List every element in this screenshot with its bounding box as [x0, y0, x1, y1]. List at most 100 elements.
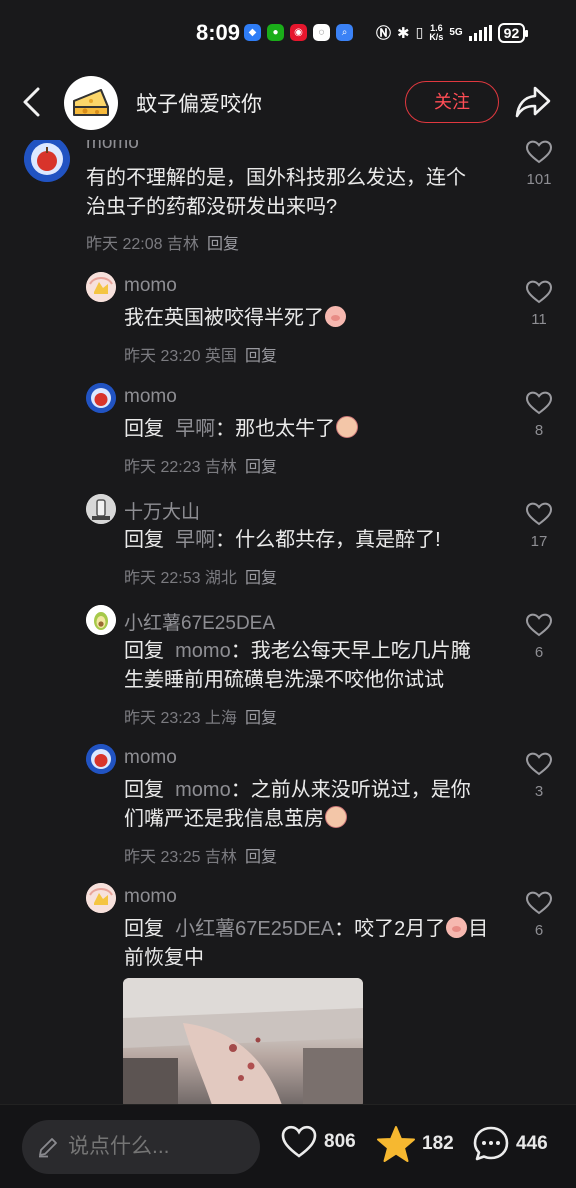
bottom-action-bar: 806 182 446 — [0, 1104, 576, 1188]
comment-text-content: ：咬了2月了 — [334, 918, 446, 940]
avatar[interactable] — [86, 272, 116, 302]
like-count: 101 — [526, 171, 552, 188]
comment-meta: 昨天 23:25 吉林 回复 — [124, 843, 277, 867]
comment-time: 昨天 23:25 吉林 — [124, 849, 237, 866]
comment-count: 446 — [516, 1133, 548, 1154]
status-bar: 8:09 ◆ ● ◉ ◌ ⌕ Ⓝ ✱ ▯ 1.6 K/s 5G 92 — [0, 0, 576, 66]
like-count: 6 — [534, 644, 544, 661]
reply-button[interactable]: 回复 — [207, 236, 239, 253]
reply-button[interactable]: 回复 — [245, 710, 277, 727]
like-count: 806 — [324, 1131, 356, 1152]
pig-emoji-icon — [446, 917, 468, 938]
like-count: 3 — [534, 783, 544, 800]
comment-author[interactable]: momo — [124, 747, 177, 769]
reply-button[interactable]: 回复 — [245, 348, 277, 365]
status-time: 8:09 — [196, 20, 241, 45]
comment-photo[interactable] — [123, 978, 363, 1104]
bite-photo-icon — [123, 978, 363, 1104]
reply-button[interactable]: 回复 — [245, 849, 277, 866]
crying-emoji-icon — [336, 416, 359, 438]
like-button[interactable]: 8 — [519, 391, 559, 439]
cheese-icon — [73, 89, 109, 116]
comment-meta: 昨天 22:23 吉林 回复 — [124, 453, 277, 477]
comment-text-content: ：我老公每天早上吃几片腌 — [230, 640, 471, 662]
comment-text-content: ：那也太牛了 — [215, 418, 336, 440]
comment-time: 昨天 23:20 英国 — [124, 348, 237, 365]
comment-author[interactable]: momo — [124, 275, 177, 297]
comment-time: 昨天 22:23 吉林 — [124, 459, 237, 476]
like-count: 6 — [534, 922, 544, 939]
shield-app-icon: ◆ — [244, 24, 261, 41]
comment-text-line: 回复 小红薯67E25DEA：咬了2月了目 — [124, 915, 504, 944]
avatar[interactable] — [86, 744, 116, 774]
back-button[interactable] — [18, 84, 48, 120]
like-button[interactable]: 17 — [519, 502, 559, 550]
like-button[interactable]: 3 — [519, 752, 559, 800]
reply-prefix: 回复 — [124, 779, 164, 801]
heart-icon — [525, 280, 553, 304]
reply-button[interactable]: 回复 — [245, 570, 277, 587]
comment-text-line: 们嘴严还是我信息茧房 — [124, 805, 504, 834]
like-count: 11 — [531, 311, 547, 328]
crying-emoji-icon — [325, 806, 347, 828]
comment-meta: 昨天 22:53 湖北 回复 — [124, 564, 277, 588]
comment-button[interactable]: 446 — [472, 1125, 548, 1163]
weibo-icon: ◉ — [290, 24, 307, 41]
avatar[interactable] — [86, 883, 116, 913]
comment-text-line: 有的不理解的是，国外科技那么发达，连个 — [86, 167, 466, 189]
reply-prefix: 回复 — [124, 918, 164, 940]
comment-text-content: 目 — [468, 918, 489, 940]
header: 蚊子偏爱咬你 关注 — [0, 66, 576, 140]
share-button[interactable] — [514, 84, 552, 120]
star-icon — [377, 1126, 415, 1162]
reply-prefix: 回复 — [124, 418, 164, 440]
nfc-icon: Ⓝ — [376, 25, 392, 42]
search-app-icon: ⌕ — [336, 24, 353, 41]
reply-target[interactable]: 早啊 — [175, 529, 215, 551]
comment-meta: 昨天 22:08 吉林 回复 — [86, 230, 239, 254]
comment-author[interactable]: momo — [124, 386, 177, 408]
avatar[interactable] — [86, 494, 116, 524]
comment-text-line: 前恢复中 — [124, 947, 204, 969]
comment-author[interactable]: 十万大山 — [124, 497, 200, 524]
reply-target[interactable]: 小红薯67E25DEA — [175, 918, 334, 940]
comment-meta: 昨天 23:20 英国 回复 — [124, 342, 277, 366]
comment-author[interactable]: 小红薯67E25DEA — [124, 608, 275, 635]
like-button[interactable]: 6 — [519, 891, 559, 939]
heart-icon — [525, 752, 553, 776]
comment-text: 有的不理解的是，国外科技那么发达，连个 治虫子的药都没研发出来吗? — [86, 164, 506, 222]
reply-target[interactable]: 早啊 — [175, 418, 215, 440]
collect-button[interactable]: 182 — [376, 1125, 454, 1163]
avatar[interactable] — [86, 605, 116, 635]
follow-button[interactable]: 关注 — [405, 81, 499, 123]
comment-input[interactable] — [68, 1120, 248, 1174]
comment-time: 昨天 22:08 吉林 — [86, 236, 199, 253]
author-name[interactable]: 蚊子偏爱咬你 — [136, 88, 262, 118]
comment-text-content: ：之前从来没听说过，是你 — [230, 779, 471, 801]
like-button[interactable]: 11 — [519, 280, 559, 328]
reply-prefix: 回复 — [124, 529, 164, 551]
comment-author[interactable]: momo — [86, 140, 139, 154]
like-button[interactable]: 6 — [519, 613, 559, 661]
like-count: 8 — [534, 422, 544, 439]
landscape-avatar-icon — [86, 494, 116, 524]
author-avatar[interactable] — [64, 76, 118, 130]
comment-text-line: 回复 momo：之前从来没听说过，是你 — [124, 776, 504, 805]
like-post-button[interactable]: 806 — [280, 1125, 356, 1159]
star-count: 182 — [422, 1133, 454, 1154]
comment-input-box[interactable] — [22, 1120, 260, 1174]
heart-icon — [525, 140, 553, 164]
network-type: 5G — [449, 27, 463, 38]
heart-icon — [525, 891, 553, 915]
comment-time: 昨天 23:23 上海 — [124, 710, 237, 727]
signal-icon — [468, 24, 492, 41]
avatar[interactable] — [24, 140, 70, 182]
like-button[interactable]: 101 — [519, 140, 559, 188]
reply-target[interactable]: momo — [175, 779, 231, 801]
comment-author[interactable]: momo — [124, 886, 177, 908]
reply-target[interactable]: momo — [175, 640, 231, 662]
comment-list[interactable]: momo 有的不理解的是，国外科技那么发达，连个 治虫子的药都没研发出来吗? 昨… — [0, 140, 576, 1104]
reply-button[interactable]: 回复 — [245, 459, 277, 476]
avatar[interactable] — [86, 383, 116, 413]
pencil-icon — [39, 1138, 57, 1158]
